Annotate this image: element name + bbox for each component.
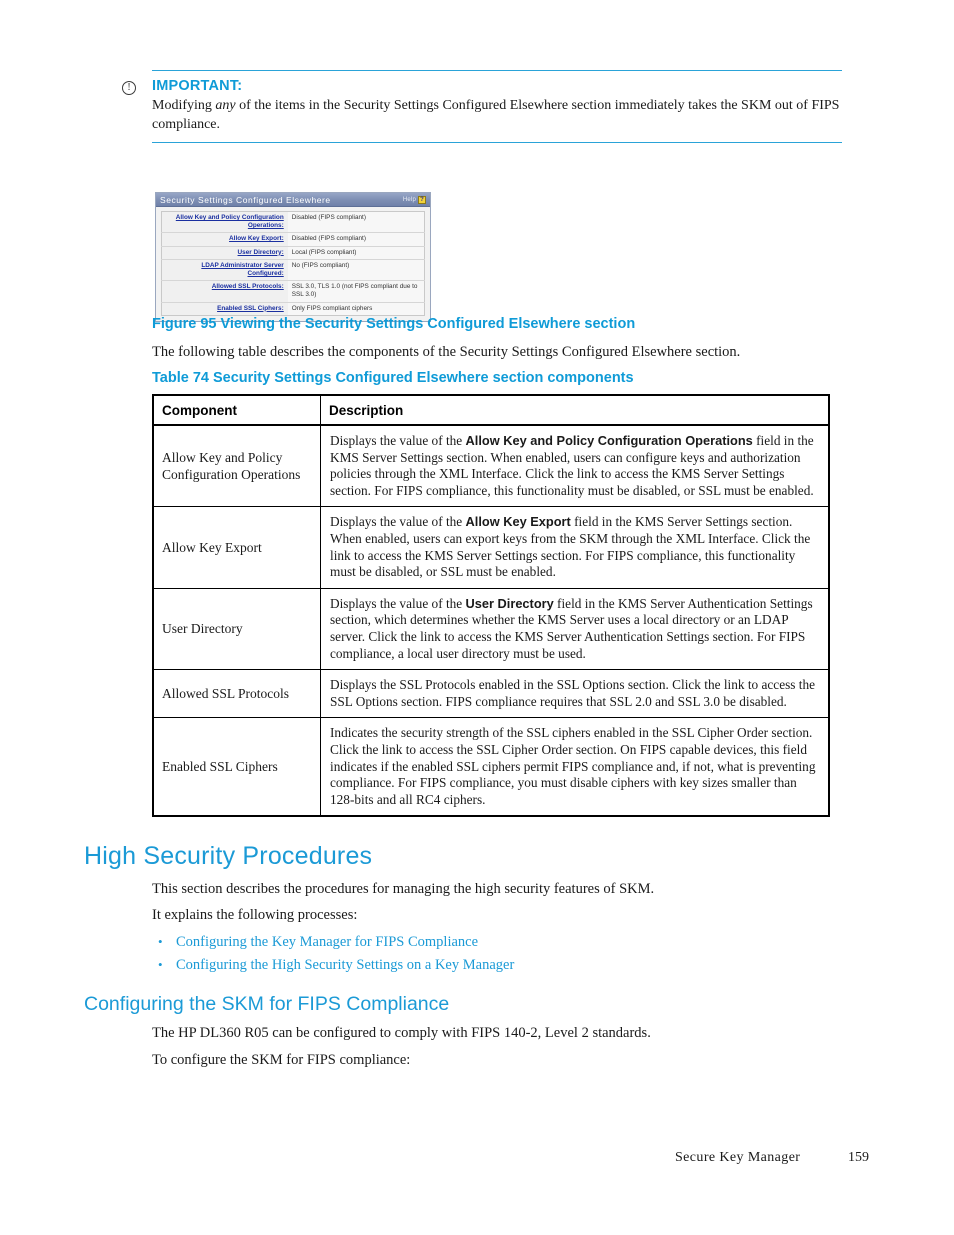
setting-link-allowed-ssl-protocols[interactable]: Allowed SSL Protocols: (161, 280, 288, 303)
table-row: Allow Key Export Displays the value of t… (152, 506, 830, 589)
column-header-description: Description (320, 394, 830, 426)
table-row: Allow Key and Policy Configuration Opera… (152, 424, 830, 508)
desc-pre: Displays the value of the (330, 433, 466, 448)
cross-reference-link[interactable]: Configuring the Key Manager for FIPS Com… (176, 934, 478, 950)
table-row: Allowed SSL Protocols Displays the SSL P… (152, 669, 830, 719)
table-row: Allow Key Export: Disabled (FIPS complia… (161, 232, 425, 247)
setting-value-user-directory: Local (FIPS compliant) (287, 246, 425, 260)
component-name: Allowed SSL Protocols (152, 669, 321, 719)
component-name: User Directory (152, 587, 321, 671)
desc-pre: Displays the value of the (330, 595, 466, 611)
section-paragraph-4: To configure the SKM for FIPS compliance… (152, 1052, 411, 1068)
cross-reference-link[interactable]: Configuring the High Security Settings o… (176, 957, 514, 973)
table-row: Enabled SSL Ciphers Indicates the securi… (152, 717, 830, 817)
help-question-icon[interactable]: ? (418, 195, 426, 204)
list-item: Configuring the High Security Settings o… (152, 953, 514, 977)
screenshot-table-body: Allow Key and Policy Configuration Opera… (161, 211, 425, 316)
table-header-row: Component Description (152, 394, 830, 426)
component-description: Indicates the security strength of the S… (320, 717, 830, 817)
footer-page-number: 159 (848, 1150, 869, 1165)
setting-link-allow-key-export[interactable]: Allow Key Export: (161, 232, 288, 247)
table-row: LDAP Administrator Server Configured: No… (161, 259, 425, 281)
component-name: Allow Key Export (152, 506, 321, 589)
desc-pre: Indicates the security strength of the S… (330, 725, 816, 807)
setting-value-allowed-ssl-protocols: SSL 3.0, TLS 1.0 (not FIPS compliant due… (287, 280, 425, 303)
note-text-italic: any (215, 98, 236, 113)
component-name: Enabled SSL Ciphers (152, 717, 321, 817)
screenshot-settings-table: Allow Key and Policy Configuration Opera… (161, 211, 425, 316)
column-header-component: Component (152, 394, 321, 426)
components-table-head: Component Description (152, 394, 830, 426)
table-row: Allow Key and Policy Configuration Opera… (161, 211, 425, 233)
component-name: Allow Key and Policy Configuration Opera… (152, 424, 321, 508)
help-label: Help (402, 196, 416, 203)
note-body: ! IMPORTANT: Modifying any of the items … (122, 71, 842, 134)
screenshot-title: Security Settings Configured Elsewhere (160, 194, 331, 205)
section-paragraph-2: It explains the following processes: (152, 907, 358, 923)
table-row: User Directory: Local (FIPS compliant) (161, 246, 425, 260)
section-heading-fips-compliance: Configuring the SKM for FIPS Compliance (84, 993, 450, 1015)
desc-pre: Displays the SSL Protocols enabled in th… (330, 677, 816, 709)
security-settings-screenshot: Security Settings Configured Elsewhere H… (155, 192, 431, 322)
component-description: Displays the value of the Allow Key Expo… (320, 506, 830, 589)
section-paragraph-1: This section describes the procedures fo… (152, 881, 655, 897)
footer-document-title: Secure Key Manager (675, 1150, 801, 1165)
help-control[interactable]: Help ? (402, 195, 426, 204)
note-title: IMPORTANT: (152, 78, 243, 94)
setting-value-ldap-admin-server: No (FIPS compliant) (287, 259, 425, 281)
desc-bold: Allow Key and Policy Configuration Opera… (465, 433, 753, 448)
component-description: Displays the value of the Allow Key and … (320, 424, 830, 508)
desc-bold: User Directory (465, 595, 554, 611)
note-text: Modifying any of the items in the Securi… (152, 97, 842, 134)
section-paragraph-3: The HP DL360 R05 can be configured to co… (152, 1025, 651, 1041)
note-text-pre: Modifying (152, 98, 216, 113)
note-text-post: of the items in the Security Settings Co… (152, 98, 840, 132)
setting-value-enabled-ssl-ciphers: Only FIPS compliant ciphers (287, 302, 425, 316)
component-description: Displays the value of the User Directory… (320, 587, 830, 671)
process-link-list: Configuring the Key Manager for FIPS Com… (152, 930, 514, 977)
table-caption: Table 74 Security Settings Configured El… (152, 370, 634, 386)
setting-link-user-directory[interactable]: User Directory: (161, 246, 288, 260)
intro-paragraph: The following table describes the compon… (152, 344, 741, 360)
list-item: Configuring the Key Manager for FIPS Com… (152, 930, 514, 954)
screenshot-content: Allow Key and Policy Configuration Opera… (156, 207, 430, 321)
setting-link-allow-key-policy-config[interactable]: Allow Key and Policy Configuration Opera… (161, 211, 288, 233)
note-bottom-rule (152, 142, 842, 143)
important-note: ! IMPORTANT: Modifying any of the items … (122, 70, 842, 143)
setting-value-allow-key-policy-config: Disabled (FIPS compliant) (287, 211, 425, 233)
table-row: User Directory Displays the value of the… (152, 587, 830, 671)
components-table: Component Description Allow Key and Poli… (152, 394, 830, 818)
important-circle-icon: ! (122, 81, 136, 95)
table-row: Allowed SSL Protocols: SSL 3.0, TLS 1.0 … (161, 280, 425, 303)
table-row: Enabled SSL Ciphers: Only FIPS compliant… (161, 302, 425, 316)
figure-caption: Figure 95 Viewing the Security Settings … (152, 316, 636, 332)
component-description: Displays the SSL Protocols enabled in th… (320, 669, 830, 719)
setting-link-enabled-ssl-ciphers[interactable]: Enabled SSL Ciphers: (161, 302, 288, 316)
setting-link-ldap-admin-server[interactable]: LDAP Administrator Server Configured: (161, 259, 288, 281)
desc-bold: Allow Key Export (465, 514, 571, 530)
setting-value-allow-key-export: Disabled (FIPS compliant) (287, 232, 425, 247)
screenshot-titlebar: Security Settings Configured Elsewhere H… (156, 193, 430, 207)
components-table-body: Allow Key and Policy Configuration Opera… (152, 424, 830, 817)
page-title: High Security Procedures (84, 842, 373, 870)
desc-pre: Displays the value of the (330, 514, 466, 530)
